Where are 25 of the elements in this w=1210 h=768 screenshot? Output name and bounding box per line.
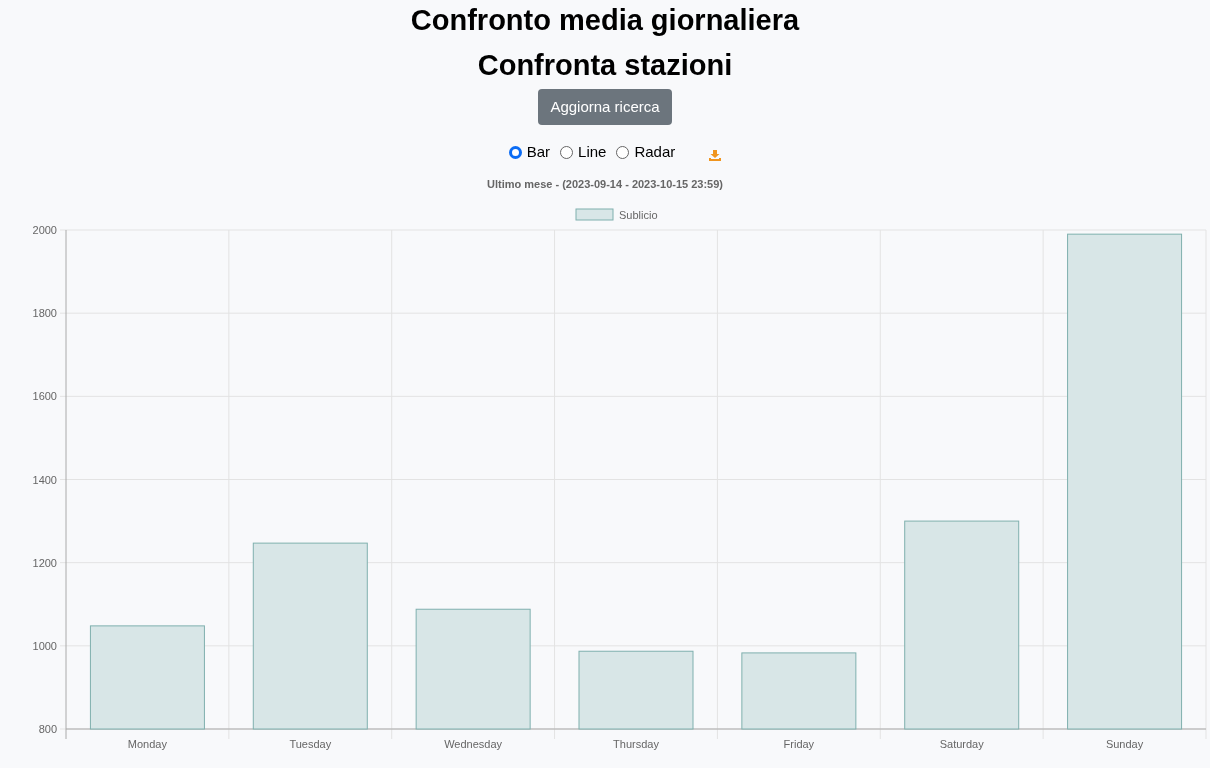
- x-tick-label: Sunday: [1105, 737, 1144, 750]
- y-tick-label: 1200: [32, 556, 57, 569]
- radio-button[interactable]: [616, 145, 630, 159]
- y-tick-label: 1400: [32, 473, 57, 485]
- refresh-button[interactable]: Aggiorna ricerca: [538, 89, 672, 125]
- x-tick-label: Saturday: [939, 737, 984, 750]
- x-tick-label: Friday: [783, 737, 815, 750]
- y-tick-label: 1600: [32, 389, 57, 402]
- y-tick-label: 1000: [32, 639, 57, 652]
- y-tick-label: 1800: [32, 306, 57, 319]
- legend-label: Sublicio: [619, 208, 658, 220]
- radio-label[interactable]: Radar: [634, 140, 676, 164]
- y-tick-label: 2000: [32, 223, 57, 236]
- page-title: Confronto media giornaliera: [410, 3, 800, 38]
- radio-label[interactable]: Line: [578, 140, 607, 164]
- x-tick-label: Tuesday: [289, 737, 332, 750]
- page-subtitle: Confronta stazioni: [477, 48, 733, 83]
- x-tick-label: Wednesday: [444, 737, 503, 750]
- period-label: Ultimo mese - (2023-09-14 - 2023-10-15 23:59): [487, 177, 723, 192]
- y-tick-label: 800: [38, 722, 57, 735]
- radio-label[interactable]: Bar: [526, 140, 551, 164]
- radio-button[interactable]: [508, 145, 522, 159]
- x-tick-label: Monday: [127, 737, 167, 750]
- x-tick-label: Thursday: [613, 737, 659, 750]
- radio-button[interactable]: [560, 145, 574, 159]
